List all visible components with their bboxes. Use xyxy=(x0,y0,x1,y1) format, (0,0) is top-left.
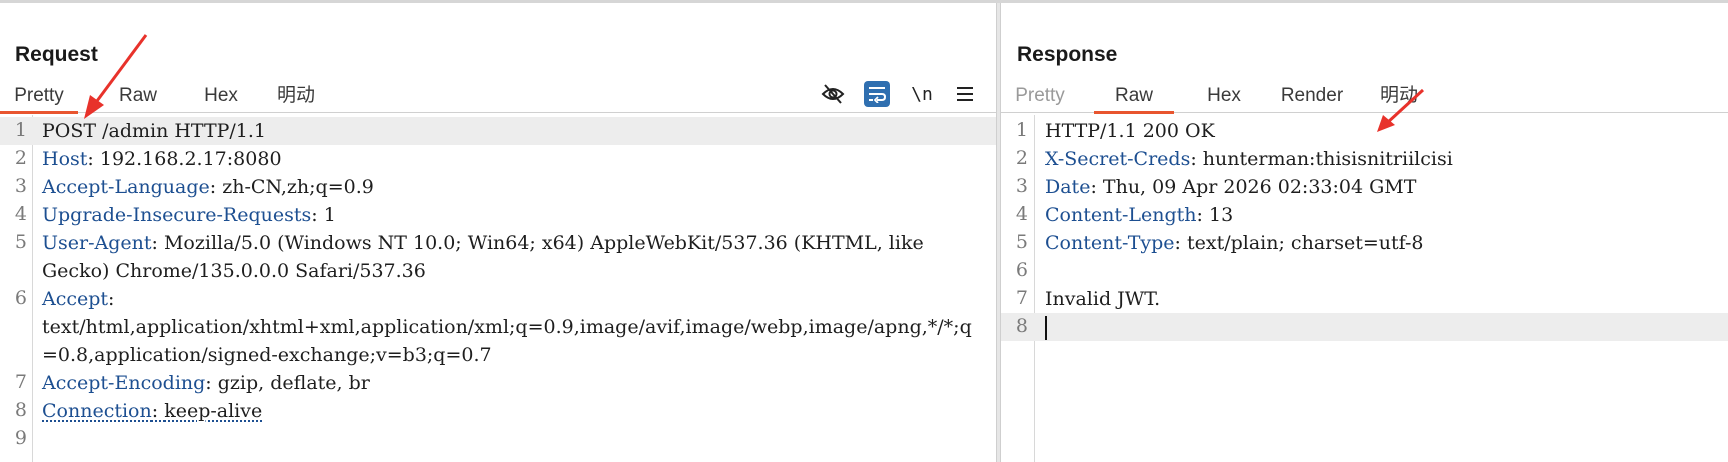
header-separator: : xyxy=(311,204,324,226)
tab-response-raw[interactable]: Raw xyxy=(1094,81,1174,114)
header-key: User-Agent xyxy=(42,232,152,254)
request-line-3[interactable]: 3 Accept-Language: zh-CN,zh;q=0.9 xyxy=(0,173,996,201)
eye-slash-icon[interactable] xyxy=(820,81,846,107)
response-line-5[interactable]: 5 Content-Type: text/plain; charset=utf-… xyxy=(1001,229,1728,257)
line-number: 6 xyxy=(14,287,27,309)
header-key: Content-Length xyxy=(1045,204,1197,226)
line-number: 1 xyxy=(1015,119,1028,141)
line-number: 4 xyxy=(1015,203,1028,225)
tab-request-hex[interactable]: Hex xyxy=(196,81,246,113)
header-key: Content-Type xyxy=(1045,232,1175,254)
header-value: keep-alive xyxy=(164,400,263,422)
tab-response-render[interactable]: Render xyxy=(1277,81,1347,113)
line-number: 3 xyxy=(1015,175,1028,197)
header-separator: : xyxy=(87,148,100,170)
header-value: zh-CN,zh;q=0.9 xyxy=(222,176,374,198)
response-line-1[interactable]: 1 HTTP/1.1 200 OK xyxy=(1001,117,1728,145)
response-line-7[interactable]: 7 Invalid JWT. xyxy=(1001,285,1728,313)
header-value: 13 xyxy=(1208,204,1234,226)
line-number: 1 xyxy=(14,119,27,141)
header-value: text/plain; charset=utf-8 xyxy=(1186,232,1424,254)
header-key: Upgrade-Insecure-Requests xyxy=(42,204,312,226)
tab-response-pretty[interactable]: Pretty xyxy=(1007,81,1073,113)
request-line-value: POST /admin HTTP/1.1 xyxy=(42,120,267,142)
header-value: 192.168.2.17:8080 xyxy=(99,148,282,170)
header-key: Accept-Encoding xyxy=(42,372,206,394)
response-line-6[interactable]: 6 xyxy=(1001,257,1728,285)
request-line-9[interactable]: 9 xyxy=(0,425,996,453)
header-separator: : xyxy=(151,400,165,422)
response-body: Invalid JWT. xyxy=(1045,288,1161,310)
response-pane: Response Pretty Raw Hex Render 明动 1 HTTP… xyxy=(1001,3,1728,462)
header-key: Accept xyxy=(42,288,109,310)
line-number: 3 xyxy=(14,175,27,197)
response-editor[interactable]: 1 HTTP/1.1 200 OK 2 X-Secret-Creds: hunt… xyxy=(1001,115,1728,462)
line-number: 5 xyxy=(1015,231,1028,253)
header-key: Accept-Language xyxy=(42,176,210,198)
line-number: 4 xyxy=(14,203,27,225)
response-title: Response xyxy=(1017,43,1118,66)
tab-response-mingdong[interactable]: 明动 xyxy=(1373,81,1425,113)
request-pane: Request Pretty Raw Hex 明动 \n 1 POST /adm… xyxy=(0,3,996,462)
request-line-8[interactable]: 8 Connection: keep-alive xyxy=(0,397,996,425)
request-tabs: Pretty Raw Hex 明动 xyxy=(0,81,996,114)
header-separator: : xyxy=(1190,148,1203,170)
hamburger-menu-icon[interactable] xyxy=(952,81,978,107)
header-separator: : xyxy=(151,232,164,254)
newline-label: \n xyxy=(911,83,933,105)
header-value: gzip, deflate, br xyxy=(217,372,370,394)
line-number: 8 xyxy=(14,399,27,421)
header-separator: : xyxy=(205,372,218,394)
header-key: Connection xyxy=(42,400,152,422)
line-number: 9 xyxy=(14,427,27,449)
tab-request-pretty[interactable]: Pretty xyxy=(0,81,78,114)
request-line-5[interactable]: 5 User-Agent: Mozilla/5.0 (Windows NT 10… xyxy=(0,229,996,285)
request-line-7[interactable]: 7 Accept-Encoding: gzip, deflate, br xyxy=(0,369,996,397)
header-key: X-Secret-Creds xyxy=(1045,148,1191,170)
response-line-2[interactable]: 2 X-Secret-Creds: hunterman:thisisnitrii… xyxy=(1001,145,1728,173)
header-value: text/html,application/xhtml+xml,applicat… xyxy=(42,316,972,366)
header-separator: : xyxy=(1174,232,1187,254)
line-number: 2 xyxy=(14,147,27,169)
newline-toggle-button[interactable]: \n xyxy=(908,81,936,107)
header-key: Host xyxy=(42,148,88,170)
text-cursor xyxy=(1045,316,1047,340)
header-value: hunterman:thisisnitriilcisi xyxy=(1202,148,1453,170)
header-value: 1 xyxy=(323,204,336,226)
header-key: Date xyxy=(1045,176,1091,198)
line-number: 5 xyxy=(14,231,27,253)
request-editor[interactable]: 1 POST /admin HTTP/1.1 2 Host: 192.168.2… xyxy=(0,115,996,462)
response-tabs: Pretty Raw Hex Render 明动 xyxy=(1001,81,1728,114)
header-separator: : xyxy=(209,176,223,198)
wrap-icon[interactable] xyxy=(864,81,890,107)
request-line-2[interactable]: 2 Host: 192.168.2.17:8080 xyxy=(0,145,996,173)
response-line-3[interactable]: 3 Date: Thu, 09 Apr 2026 02:33:04 GMT xyxy=(1001,173,1728,201)
header-separator: : xyxy=(1196,204,1209,226)
request-title: Request xyxy=(15,43,98,66)
line-number: 8 xyxy=(1015,315,1028,337)
header-value: Mozilla/5.0 (Windows NT 10.0; Win64; x64… xyxy=(42,232,930,282)
line-number: 6 xyxy=(1015,259,1028,281)
response-line-4[interactable]: 4 Content-Length: 13 xyxy=(1001,201,1728,229)
tab-response-hex[interactable]: Hex xyxy=(1201,81,1247,113)
tab-request-mingdong[interactable]: 明动 xyxy=(270,81,322,113)
status-line: HTTP/1.1 200 OK xyxy=(1045,120,1215,142)
tab-request-raw[interactable]: Raw xyxy=(108,81,168,113)
line-number: 7 xyxy=(14,371,27,393)
request-line-1[interactable]: 1 POST /admin HTTP/1.1 xyxy=(0,117,996,145)
header-separator: : xyxy=(108,288,115,310)
response-line-8[interactable]: 8 xyxy=(1001,313,1728,341)
line-number: 7 xyxy=(1015,287,1028,309)
line-number: 2 xyxy=(1015,147,1028,169)
header-separator: : xyxy=(1090,176,1103,198)
request-line-4[interactable]: 4 Upgrade-Insecure-Requests: 1 xyxy=(0,201,996,229)
request-line-6[interactable]: 6 Accept: text/html,application/xhtml+xml… xyxy=(0,285,996,369)
header-value: Thu, 09 Apr 2026 02:33:04 GMT xyxy=(1102,176,1417,198)
